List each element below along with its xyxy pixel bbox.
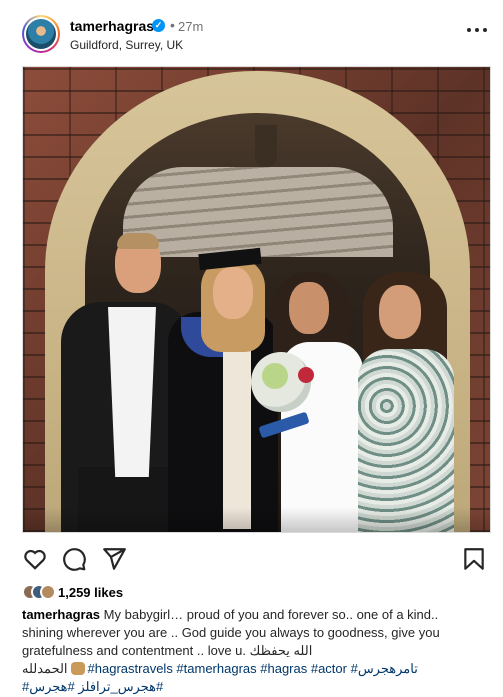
caption-text-1: My babygirl… proud of you and forever so… [103, 607, 439, 622]
hanging-lamp [255, 107, 277, 167]
dot [467, 28, 471, 32]
caption-text-2: shining wherever you are .. God guide yo… [22, 625, 440, 640]
person-girl-face [289, 282, 329, 334]
caption-line-1: tamerhagras My babygirl… proud of you an… [22, 606, 482, 624]
caption-arabic-blessing: الله يحفظك [249, 643, 313, 658]
person-woman-dress [358, 349, 454, 532]
caption-hashtags-1[interactable]: #hagrastravels #tamerhagras #hagras #act… [88, 661, 418, 676]
paper-plane-icon[interactable] [101, 546, 127, 572]
caption-username[interactable]: tamerhagras [22, 607, 100, 622]
caption-line-3: gratefulness and contentment .. love u. … [22, 642, 482, 660]
separator-dot: • [170, 17, 175, 33]
dot [483, 28, 487, 32]
graduate-dress [223, 349, 251, 529]
likes-count[interactable]: 1,259 likes [58, 585, 123, 600]
avatar[interactable] [22, 15, 60, 53]
caption-text-3: gratefulness and contentment .. love u. [22, 643, 250, 658]
person-man-hair [117, 233, 159, 249]
liker-avatar [40, 584, 56, 600]
post-photo[interactable] [22, 66, 491, 533]
post-username[interactable]: tamerhagras [70, 18, 154, 34]
heart-icon[interactable] [22, 546, 48, 572]
person-man-shirt [108, 307, 156, 477]
floor-shadow [23, 507, 490, 532]
dot [475, 28, 479, 32]
post-caption: tamerhagras My babygirl… proud of you an… [22, 606, 482, 696]
bookmark-icon[interactable] [461, 546, 487, 572]
person-woman-face [379, 285, 421, 339]
avatar-image [26, 19, 56, 49]
liker-avatars [22, 584, 56, 600]
caption-arabic-praise: الحمدلله [22, 661, 68, 676]
verified-badge-icon: ✓ [152, 19, 165, 32]
graduate-face [213, 267, 253, 319]
caption-line-4: الحمدلله #hagrastravels #tamerhagras #hag… [22, 660, 482, 678]
likes-row[interactable]: 1,259 likes [22, 582, 123, 602]
post-location[interactable]: Guildford, Surrey, UK [70, 38, 183, 52]
more-options-icon[interactable] [467, 24, 487, 36]
red-rose [298, 367, 314, 383]
post-header: tamerhagras ✓ • 27m Guildford, Surrey, U… [0, 0, 503, 62]
hands-emoji-icon [70, 662, 85, 675]
avatar-frame [24, 17, 58, 51]
comment-icon[interactable] [61, 546, 87, 572]
timber-ceiling [123, 167, 393, 257]
action-bar [0, 540, 503, 576]
post-timestamp[interactable]: 27m [178, 19, 203, 34]
caption-hashtags-2[interactable]: #هجرس_ترافلز #هجرس# [22, 678, 482, 696]
